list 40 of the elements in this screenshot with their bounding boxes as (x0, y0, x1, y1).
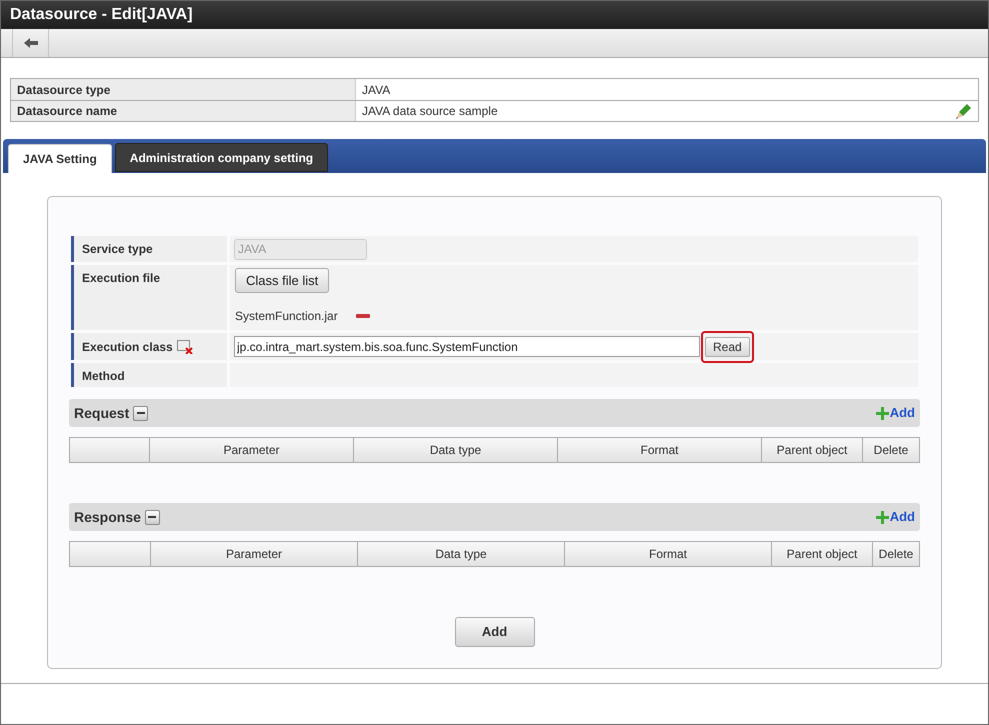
table-header-cell: Parameter (151, 542, 358, 566)
read-button[interactable]: Read (705, 336, 750, 356)
remove-icon[interactable] (356, 314, 370, 318)
service-type-field: JAVA (234, 238, 367, 260)
window-title: Datasource - Edit[JAVA] (10, 5, 193, 25)
table-header-cell-text: Delete (872, 442, 910, 459)
table-header-cell: Data type (358, 542, 565, 566)
add-link[interactable]: Add (876, 403, 915, 423)
table-header-cell: Format (558, 438, 762, 462)
class-file-list-button[interactable]: Class file list (235, 268, 330, 293)
table-header-cell: Parameter (150, 438, 354, 462)
tab[interactable]: Administration company setting (114, 143, 328, 172)
file-name: SystemFunction.jar (235, 308, 338, 325)
table-header-cell: Parent object (762, 438, 863, 462)
section-title: Response (74, 508, 141, 527)
back-button[interactable] (12, 29, 49, 57)
table-header-cell-text: Delete (878, 546, 914, 563)
table-header-cell: Format (565, 542, 772, 566)
execution-class-field[interactable]: jp.co.intra_mart.system.bis.soa.func.SystemFunction (234, 336, 700, 357)
collapse-button[interactable] (144, 510, 160, 524)
table-header-cell: Data type (354, 438, 558, 462)
field-label: Service type (82, 242, 153, 256)
info-label: Datasource type (11, 79, 356, 100)
collapse-button[interactable] (133, 406, 148, 420)
add-button[interactable]: Add (454, 617, 534, 647)
section-title: Request (74, 404, 130, 423)
tab[interactable]: JAVA Setting (8, 144, 112, 173)
info-value: JAVA data source sample (362, 103, 498, 120)
plus-icon (876, 406, 889, 420)
field-label: Execution class (82, 338, 173, 356)
plus-icon (876, 510, 889, 524)
pencil-icon[interactable] (956, 103, 972, 119)
table-header-cell: Parent object (772, 542, 873, 566)
clear-icon[interactable] (176, 340, 193, 354)
field-label: Method (82, 369, 125, 383)
back-arrow-icon (24, 38, 38, 48)
field-label: Execution file (82, 271, 160, 285)
info-label: Datasource name (11, 101, 356, 121)
add-link[interactable]: Add (876, 507, 915, 527)
info-value: JAVA (362, 82, 390, 98)
